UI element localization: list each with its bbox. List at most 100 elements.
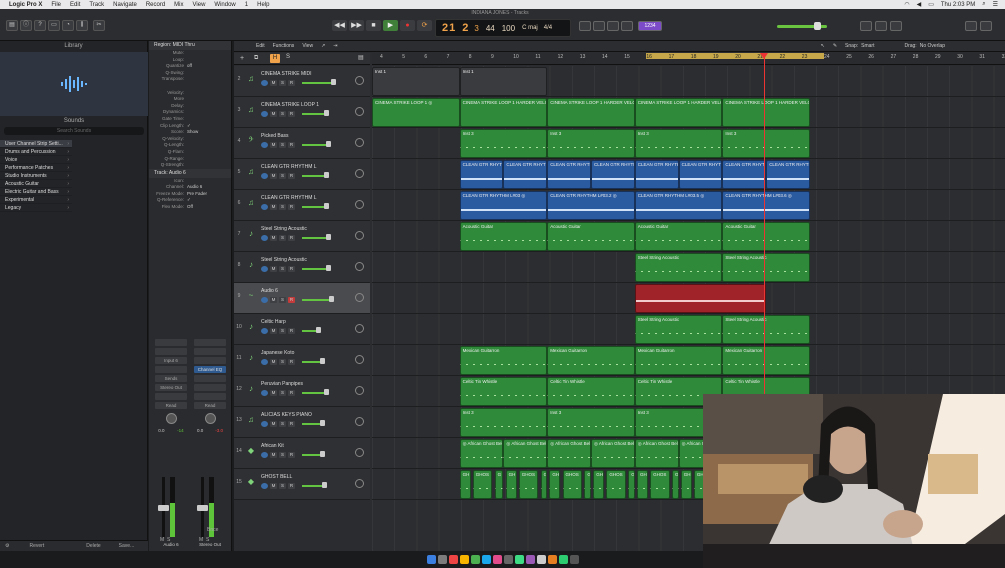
track-volume-knob[interactable]	[316, 327, 321, 333]
editor-icon[interactable]	[980, 21, 992, 31]
ruler-bar-number[interactable]: 32	[1002, 54, 1005, 60]
track-lane[interactable]: Mexican Guitarron Mexican Guitarron Mexica…	[372, 345, 1005, 376]
track-header[interactable]: 8 ♪ Steel String Acoustic M S R	[234, 252, 370, 283]
strip-sends-button[interactable]	[194, 375, 226, 382]
track-power-button[interactable]	[261, 328, 268, 334]
track-volume-slider[interactable]	[302, 82, 331, 84]
menu-window[interactable]: Window	[214, 2, 235, 8]
track-volume-slider[interactable]	[302, 485, 322, 487]
region[interactable]: Mexican Guitarron	[722, 346, 810, 375]
track-mute-button[interactable]: M	[270, 111, 277, 117]
help-icon[interactable]: ?	[34, 20, 46, 31]
track-header[interactable]: 4 𝄢 Picked Bass M S R	[234, 128, 370, 159]
track-name[interactable]: Picked Bass	[261, 133, 289, 139]
track-volume-knob[interactable]	[326, 265, 331, 271]
track-pan-knob[interactable]	[355, 355, 364, 364]
region[interactable]: GH	[636, 470, 648, 499]
solo-global-button[interactable]: S	[286, 54, 290, 60]
track-instrument-icon[interactable]: ♪	[246, 384, 256, 394]
track-record-button[interactable]: R	[288, 359, 295, 365]
track-record-button[interactable]: R	[288, 421, 295, 427]
library-category[interactable]: Acoustic Guitar	[0, 180, 72, 188]
strip-input-button[interactable]	[194, 357, 226, 364]
track-name[interactable]: CLEAN GTR RHYTHM L	[261, 195, 317, 201]
track-header[interactable]: 5 ♫ CLEAN GTR RHYTHM L M S R	[234, 159, 370, 190]
menu-help[interactable]: Help	[257, 2, 269, 8]
region[interactable]: Inst 3	[547, 129, 635, 158]
track-header[interactable]: 12 ♪ Peruvian Panpipes M S R	[234, 376, 370, 407]
region[interactable]: G	[628, 470, 635, 499]
track-solo-button[interactable]: S	[279, 266, 286, 272]
track-record-button[interactable]: R	[288, 297, 295, 303]
menu-view[interactable]: View	[193, 2, 206, 8]
track-header[interactable]: 2 ♫ CINEMA STRIKE MIDI M S R	[234, 66, 370, 97]
track-solo-button[interactable]: S	[279, 452, 286, 458]
track-record-button[interactable]: R	[288, 80, 295, 86]
notification-center-icon[interactable]: ☰	[993, 1, 998, 8]
track-record-button[interactable]: R	[288, 173, 295, 179]
track-record-button[interactable]: R	[288, 142, 295, 148]
timeline-ruler[interactable]: 4 5 6 7 8 9 10 11 12 13 14 15 16 17 18 19 20 21 22 23 24 25 26…	[372, 53, 1005, 65]
region[interactable]: CLEAN GTR RHYTH	[678, 160, 723, 189]
track-mute-button[interactable]: M	[270, 452, 277, 458]
drag-value[interactable]: No Overlap	[920, 43, 945, 49]
track-power-button[interactable]	[261, 266, 268, 272]
region[interactable]: CINEMA STRIKE LOOP 1 ◎	[372, 98, 460, 127]
track-instrument-icon[interactable]: ♫	[246, 167, 256, 177]
region[interactable]: Inst 3	[459, 408, 548, 437]
track-pan-knob[interactable]	[355, 417, 364, 426]
ruler-bar-number[interactable]: 14	[602, 54, 608, 60]
track-pan-knob[interactable]	[355, 107, 364, 116]
strip-setting-button[interactable]	[155, 339, 187, 346]
track-mute-button[interactable]: M	[270, 266, 277, 272]
strip-group-button[interactable]	[194, 393, 226, 400]
note-pads-icon[interactable]	[875, 21, 887, 31]
region[interactable]: Acoustic Guitar	[547, 222, 635, 251]
region[interactable]: Inst 1	[459, 67, 548, 96]
pencil-tool-icon[interactable]: ✎	[833, 43, 837, 49]
region[interactable]: CINEMA STRIKE LOOP 1 HARDER VELOC	[634, 98, 723, 127]
track-volume-knob[interactable]	[324, 203, 329, 209]
region[interactable]: CLEAN GTR RHYTH	[547, 160, 591, 189]
track-power-button[interactable]	[261, 204, 268, 210]
track-volume-knob[interactable]	[324, 110, 329, 116]
track-pan-knob[interactable]	[355, 169, 364, 178]
strip-automation-button[interactable]: Read	[155, 402, 187, 409]
track-record-button[interactable]: R	[288, 483, 295, 489]
region[interactable]: CINEMA STRIKE LOOP 1 HARDER VELOC	[459, 98, 548, 127]
track-name[interactable]: CINEMA STRIKE MIDI	[261, 71, 312, 77]
region[interactable]: Acoustic Guitar	[634, 222, 723, 251]
track-volume-slider[interactable]	[302, 330, 316, 332]
track-instrument-icon[interactable]: ~	[246, 291, 256, 301]
region[interactable]: Inst 3	[634, 129, 723, 158]
track-mute-button[interactable]: M	[270, 421, 277, 427]
track-volume-slider[interactable]	[302, 423, 320, 425]
ruler-bar-number[interactable]: 6	[424, 54, 427, 60]
ruler-bar-number[interactable]: 17	[669, 54, 675, 60]
dock-finder-icon[interactable]	[426, 555, 436, 564]
menu-file[interactable]: File	[51, 2, 61, 8]
menu-edit[interactable]: Edit	[70, 2, 80, 8]
track-lane[interactable]: Steel String Acoustic Steel String Acoust…	[372, 252, 1005, 283]
track-instrument-icon[interactable]: ♪	[246, 353, 256, 363]
track-mute-button[interactable]: M	[270, 483, 277, 489]
strip-channel-eq-button[interactable]: Channel EQ	[194, 366, 226, 373]
track-volume-slider[interactable]	[302, 113, 324, 115]
track-instrument-icon[interactable]: ♫	[246, 105, 256, 115]
region[interactable]: GH	[505, 470, 517, 499]
track-volume-knob[interactable]	[324, 389, 329, 395]
region[interactable]: CLEAN GTR RHYTH	[634, 160, 679, 189]
flex-icon[interactable]: ⇥	[333, 43, 337, 49]
track-mute-button[interactable]: M	[270, 297, 277, 303]
region[interactable]: ◎ African Ghost Bell	[591, 439, 635, 468]
region[interactable]: CLEAN GTR RHYTH	[766, 160, 810, 189]
dock-app-icon[interactable]	[525, 555, 535, 564]
status-wifi-icon[interactable]: ◠	[904, 1, 909, 8]
track-mute-button[interactable]: M	[270, 80, 277, 86]
track-header[interactable]: 11 ♪ Japanese Koto M S R	[234, 345, 370, 376]
region[interactable]: Mexican Guitarron	[634, 346, 723, 375]
edit-menu[interactable]: Edit	[256, 43, 265, 49]
track-volume-slider[interactable]	[302, 175, 324, 177]
track-instrument-icon[interactable]: ♪	[246, 260, 256, 270]
region[interactable]: Acoustic Guitar	[722, 222, 810, 251]
